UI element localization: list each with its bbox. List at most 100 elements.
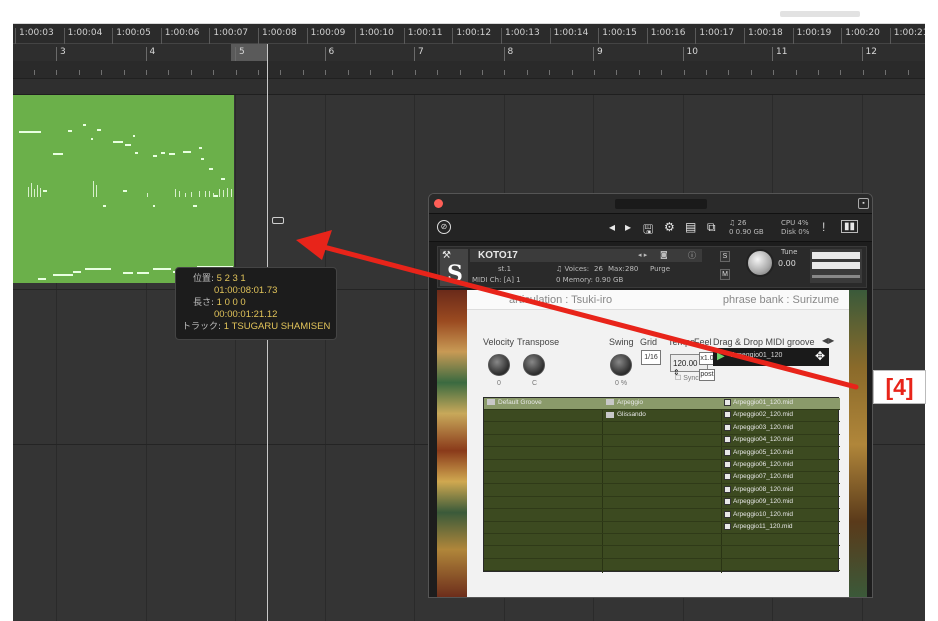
midi-file-item[interactable]: Arpeggio10_120.mid	[724, 510, 793, 518]
midi-note[interactable]	[135, 152, 138, 154]
midi-file-item[interactable]: Arpeggio06_120.mid	[724, 461, 793, 468]
bar-ruler[interactable]: 3 4 5 6 7 8 9 10 11 12	[13, 44, 925, 61]
window-scrollbar[interactable]	[780, 11, 860, 17]
play-icon[interactable]: ▶	[717, 351, 725, 362]
camera-icon[interactable]: ◙	[660, 250, 668, 259]
midi-note[interactable]	[125, 144, 131, 146]
midi-note[interactable]	[209, 168, 213, 170]
wrench-icon[interactable]: ⚒	[442, 250, 451, 261]
next-arrow-icon[interactable]: ▸	[625, 220, 631, 234]
midi-file-item[interactable]: Arpeggio11_120.mid	[724, 523, 793, 530]
grid-selector[interactable]: 1/16	[641, 350, 661, 365]
groove-category-item[interactable]: Glissando	[606, 411, 646, 418]
velocity-knob[interactable]	[488, 354, 510, 376]
midi-file-item[interactable]: Arpeggio01_120.mid	[724, 399, 793, 406]
gear-icon[interactable]: ⚙	[664, 220, 675, 234]
output-selector[interactable]: st.1	[498, 265, 511, 273]
midi-note[interactable]	[19, 131, 41, 133]
midi-note[interactable]	[38, 278, 46, 280]
midi-note[interactable]	[153, 205, 155, 207]
midi-note[interactable]	[123, 272, 133, 274]
velocity-bar	[179, 191, 180, 197]
midi-region[interactable]	[13, 95, 234, 283]
midi-note[interactable]	[53, 153, 63, 155]
midi-note[interactable]	[169, 153, 175, 155]
solo-button[interactable]: S	[720, 251, 730, 262]
save-icon[interactable]: 🖫	[643, 220, 653, 241]
length-value: 1 0 0 0	[216, 297, 246, 308]
beat-ruler[interactable]	[13, 61, 925, 79]
instrument-name[interactable]: KOTO17	[478, 250, 518, 261]
midi-note[interactable]	[113, 141, 123, 143]
midi-note[interactable]	[133, 135, 135, 137]
info-icon[interactable]: ⓘ	[688, 250, 696, 261]
transpose-knob[interactable]	[523, 354, 545, 376]
midi-channel-selector[interactable]: MIDI Ch: [A] 1	[472, 276, 521, 284]
midi-note[interactable]	[123, 190, 127, 192]
phrase-bank-label[interactable]: phrase bank : Surizume	[723, 294, 839, 306]
groove-nav-icon[interactable]: ◀▶	[822, 336, 834, 345]
beat-tick	[571, 70, 573, 75]
midi-note[interactable]	[85, 268, 111, 270]
swing-knob[interactable]	[610, 354, 632, 376]
midi-file-item[interactable]: Arpeggio04_120.mid	[724, 436, 793, 443]
ni-logo-icon[interactable]: ▮▮	[841, 220, 859, 233]
view-icon[interactable]: ▤	[685, 220, 696, 234]
snapshot-icon[interactable]: ⧉	[707, 220, 716, 235]
midi-note[interactable]	[221, 178, 225, 180]
bar-number-label: 9	[593, 47, 603, 61]
groove-drag-area[interactable]: ▶ Arpeggio01_120 ✥	[713, 348, 829, 366]
midi-note[interactable]	[183, 151, 191, 153]
midi-file-item[interactable]: Arpeggio09_120.mid	[724, 498, 793, 505]
mute-button[interactable]: M	[720, 269, 730, 280]
midi-note[interactable]	[201, 158, 204, 160]
time-tick-label: 1:00:07	[209, 28, 248, 44]
midi-note[interactable]	[103, 205, 106, 207]
beat-tick	[101, 70, 103, 75]
velocity-bar	[227, 188, 228, 197]
groove-folder-item[interactable]: Default Groove	[487, 399, 542, 406]
groove-category-item[interactable]: Arpeggio	[606, 399, 643, 406]
post-button[interactable]: post	[699, 369, 715, 381]
midi-note[interactable]	[161, 152, 165, 154]
drag-move-icon[interactable]: ✥	[815, 349, 825, 363]
midi-file-item[interactable]: Arpeggio07_120.mid	[724, 473, 793, 481]
midi-note[interactable]	[153, 155, 157, 157]
prev-next-icon[interactable]: ◂ ▸	[638, 251, 647, 259]
instrument-icon[interactable]: ⚒ S	[440, 249, 468, 286]
midi-note[interactable]	[73, 271, 81, 273]
midi-note[interactable]	[68, 130, 72, 132]
midi-note[interactable]	[43, 190, 47, 192]
midi-note[interactable]	[137, 272, 149, 274]
max-value[interactable]: 280	[625, 265, 638, 273]
purge-button[interactable]: Purge	[650, 265, 670, 273]
midi-file-item[interactable]: Arpeggio03_120.mid	[724, 423, 793, 431]
length-time: 00:00:01:21.12	[214, 309, 278, 320]
marker-lane[interactable]	[13, 79, 925, 95]
prev-arrow-icon[interactable]: ◂	[609, 220, 615, 234]
midi-note[interactable]	[83, 124, 86, 126]
midi-file-item[interactable]: Arpeggio02_120.mid	[724, 411, 793, 419]
midi-note[interactable]	[97, 129, 101, 131]
midi-note[interactable]	[199, 147, 202, 149]
beat-tick	[616, 70, 618, 75]
midi-note[interactable]	[53, 274, 73, 276]
time-ruler[interactable]: 1:00:03 1:00:04 1:00:05 1:00:06 1:00:07 1:00:…	[13, 24, 925, 44]
close-window-button[interactable]	[434, 199, 443, 208]
midi-note[interactable]	[153, 268, 171, 270]
kontakt-logo-icon[interactable]: ⊘	[437, 220, 451, 234]
articulation-label[interactable]: articulation : Tsuki-iro	[509, 294, 612, 306]
playhead-handle[interactable]	[272, 217, 284, 224]
beat-tick	[34, 70, 35, 75]
warning-icon[interactable]: !	[822, 220, 825, 234]
midi-note[interactable]	[91, 138, 93, 140]
tune-knob[interactable]	[746, 249, 774, 277]
midi-file-item[interactable]: Arpeggio08_120.mid	[724, 485, 793, 493]
midi-file-item[interactable]: Arpeggio05_120.mid	[724, 448, 793, 456]
beat-tick	[56, 70, 58, 75]
plugin-titlebar[interactable]: ▪	[429, 194, 872, 214]
midi-note[interactable]	[193, 205, 197, 207]
volume-meter[interactable]	[810, 249, 862, 283]
sync-checkbox[interactable]: ☐ Sync	[675, 374, 699, 382]
window-mode-icon[interactable]: ▪	[858, 198, 869, 209]
